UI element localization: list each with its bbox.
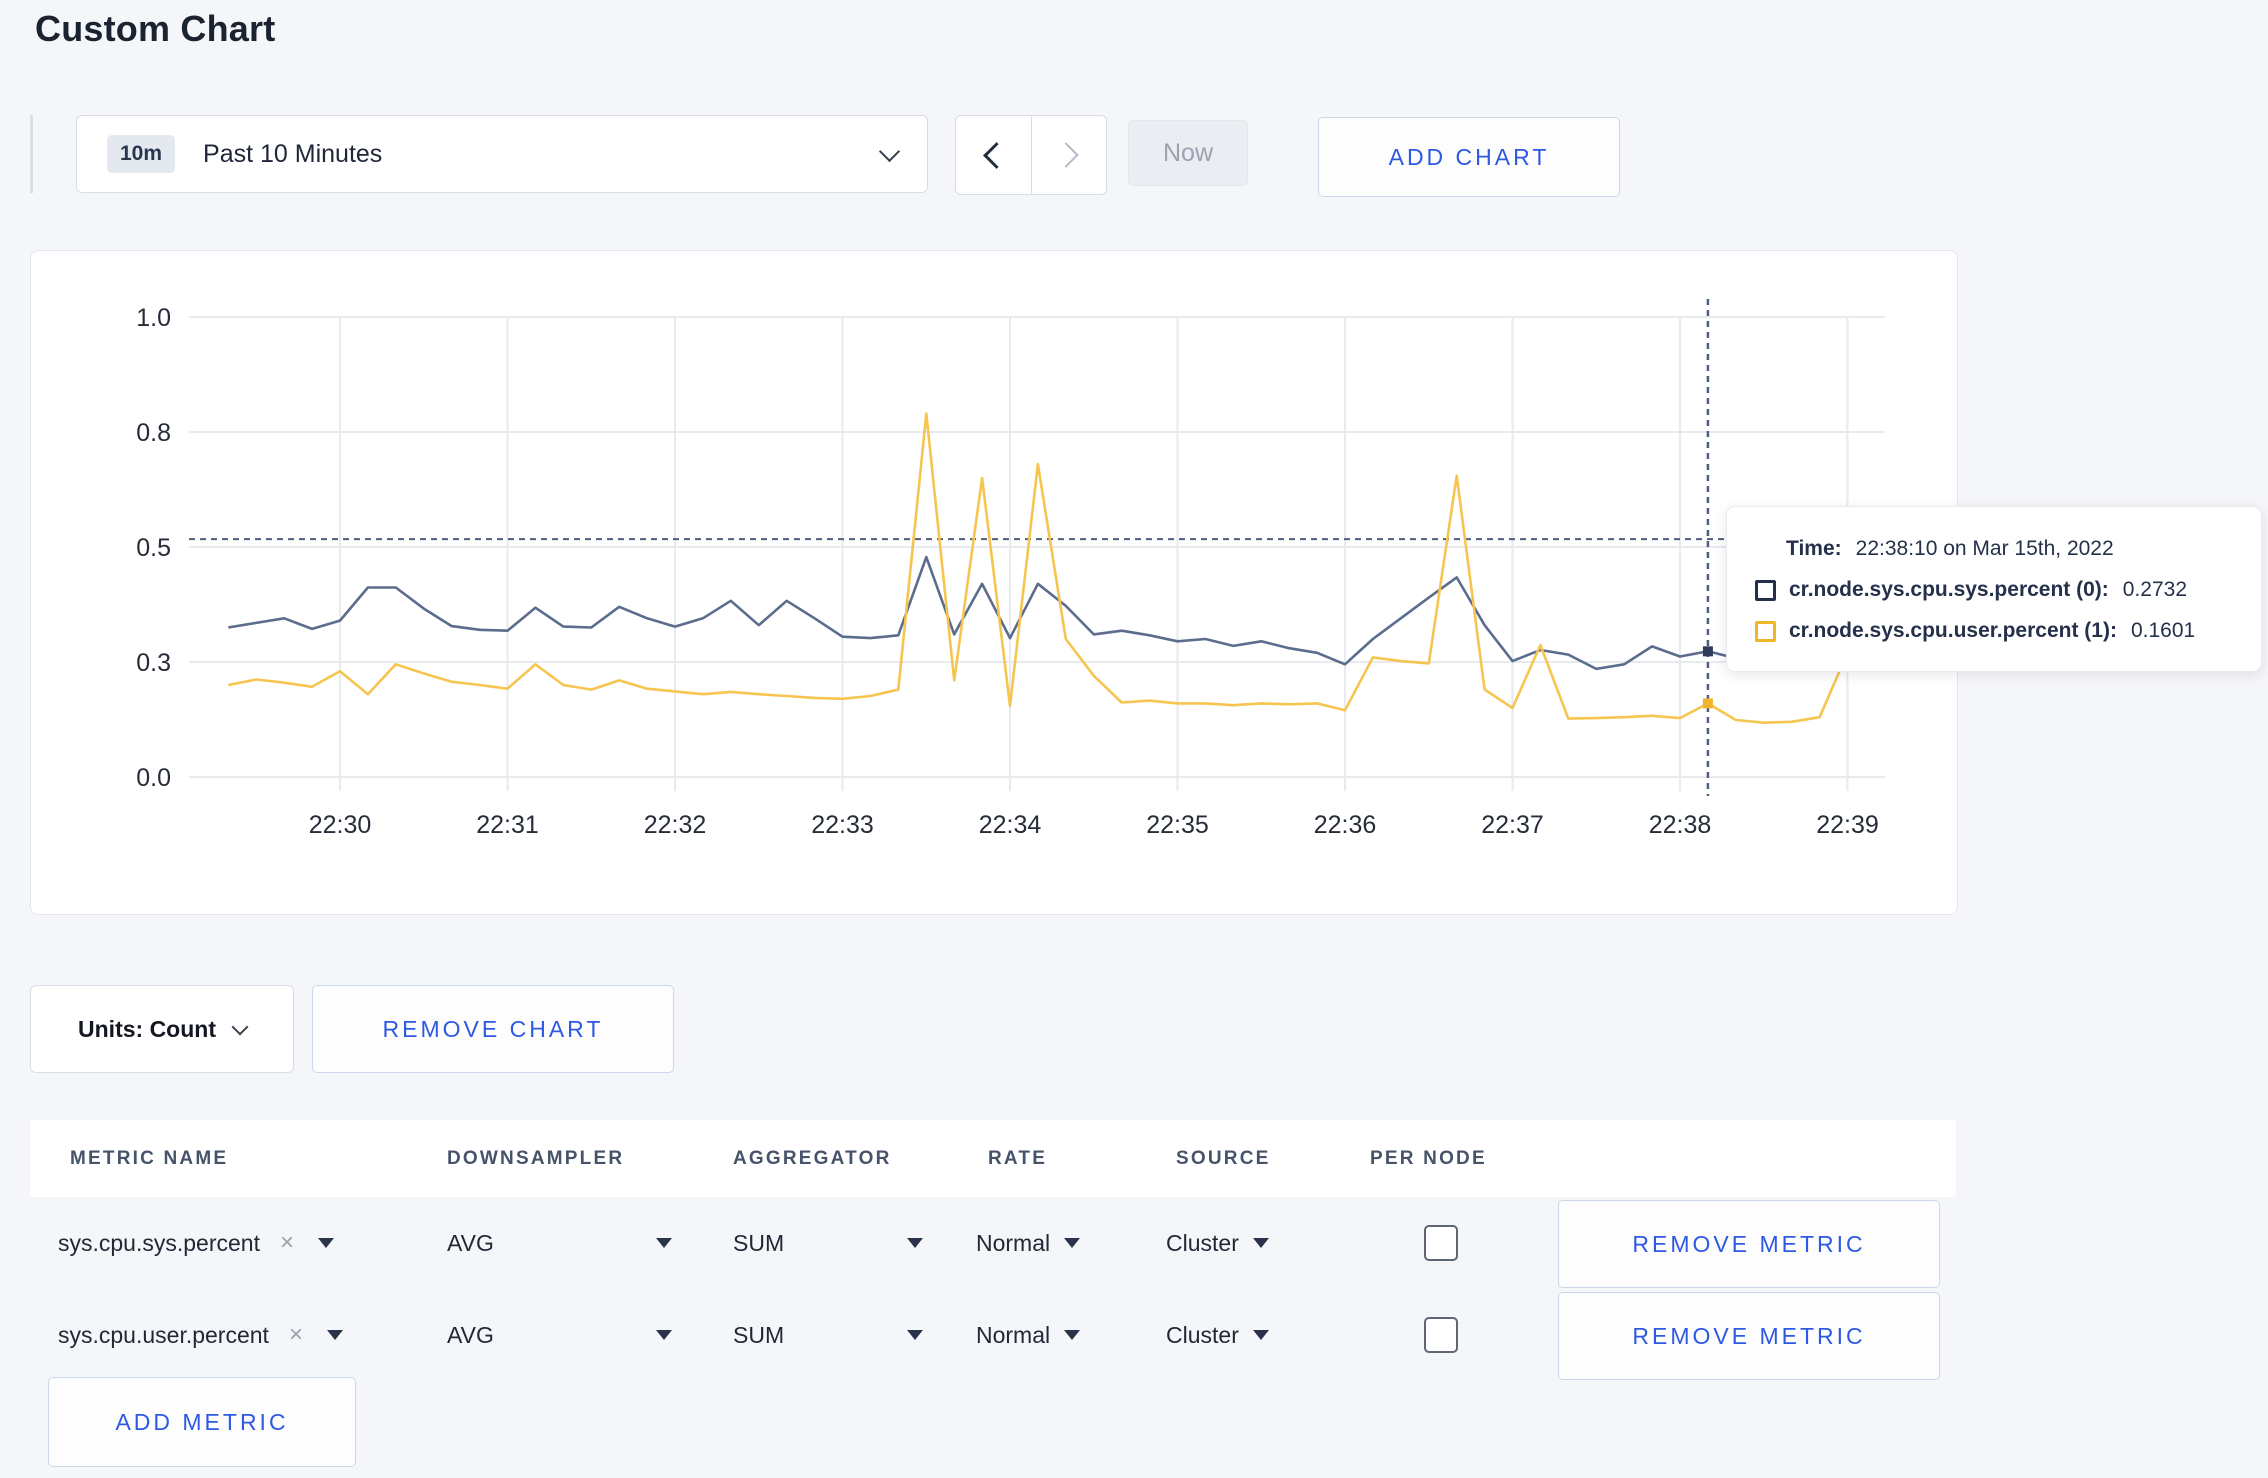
x-axis-tick-label: 22:30 (309, 811, 372, 839)
units-label: Units: Count (78, 1015, 216, 1042)
x-axis-tick-label: 22:38 (1649, 811, 1712, 839)
hover-dot-0 (1702, 646, 1713, 657)
tooltip-time-value: 22:38:10 on Mar 15th, 2022 (1855, 537, 2114, 560)
metric-name-value: sys.cpu.sys.percent (58, 1229, 260, 1256)
now-button[interactable]: Now (1128, 120, 1248, 186)
metric-row: sys.cpu.user.percent × AVG SUM Normal Cl… (30, 1290, 1956, 1380)
chevron-down-icon (231, 1018, 249, 1035)
metrics-table-header: METRIC NAME DOWNSAMPLER AGGREGATOR RATE … (30, 1120, 1956, 1197)
chevron-down-icon (878, 140, 901, 162)
caret-down-icon (907, 1330, 923, 1340)
x-axis-tick-label: 22:36 (1314, 811, 1377, 839)
rate-select[interactable]: Normal (976, 1198, 1081, 1288)
caret-down-icon (317, 1238, 334, 1248)
x-axis-tick-label: 22:34 (979, 811, 1042, 839)
series-swatch-icon (1755, 620, 1776, 642)
downsampler-value: AVG (447, 1321, 494, 1348)
line-chart[interactable]: 0.0 0.3 0.5 0.8 1.0 22:30 22:31 22:32 22:33 22:34… (31, 251, 1957, 914)
y-axis-tick-label: 0.3 (136, 649, 171, 677)
caret-down-icon (907, 1238, 923, 1248)
per-node-cell (1424, 1198, 1458, 1288)
metric-row: sys.cpu.sys.percent × AVG SUM Normal Clu… (30, 1198, 1956, 1288)
metric-name-value: sys.cpu.user.percent (58, 1321, 269, 1348)
aggregator-select[interactable]: SUM (733, 1290, 923, 1380)
add-metric-button[interactable]: ADD METRIC (48, 1377, 356, 1467)
tooltip-series-row: cr.node.sys.cpu.user.percent (1): 0.1601 (1755, 619, 2261, 643)
aggregator-value: SUM (733, 1229, 785, 1256)
source-value: Cluster (1166, 1321, 1239, 1348)
col-header-rate: RATE (988, 1147, 1048, 1169)
tooltip-time-row: Time: 22:38:10 on Mar 15th, 2022 (1755, 537, 2261, 561)
chart-card: 0.0 0.3 0.5 0.8 1.0 22:30 22:31 22:32 22:33 22:34… (30, 250, 1958, 915)
source-value: Cluster (1166, 1229, 1239, 1256)
aggregator-value: SUM (733, 1321, 785, 1348)
col-header-downsampler: DOWNSAMPLER (447, 1147, 625, 1169)
caret-down-icon (656, 1238, 672, 1248)
downsampler-select[interactable]: AVG (447, 1198, 672, 1288)
x-axis-tick-label: 22:31 (476, 811, 539, 839)
downsampler-select[interactable]: AVG (447, 1290, 672, 1380)
hover-dot-1 (1702, 698, 1713, 709)
remove-chart-button[interactable]: REMOVE CHART (312, 985, 674, 1073)
add-chart-button[interactable]: ADD CHART (1318, 117, 1620, 197)
next-time-button[interactable] (1030, 116, 1107, 194)
tooltip-series-label: cr.node.sys.cpu.user.percent (1): (1789, 619, 2117, 642)
clear-metric-icon[interactable]: × (289, 1321, 303, 1349)
time-range-badge: 10m (107, 135, 176, 173)
x-axis-tick-label: 22:37 (1481, 811, 1544, 839)
x-axis-tick-label: 22:32 (644, 811, 707, 839)
chart-tooltip: Time: 22:38:10 on Mar 15th, 2022 cr.node… (1726, 506, 2262, 672)
toolbar-divider (30, 115, 33, 193)
y-axis-tick-label: 1.0 (136, 304, 171, 332)
time-step-group (955, 115, 1107, 195)
remove-metric-button[interactable]: REMOVE METRIC (1558, 1292, 1940, 1380)
rate-value: Normal (976, 1321, 1051, 1348)
caret-down-icon (656, 1330, 672, 1340)
tooltip-series-value: 0.2732 (2122, 578, 2188, 601)
time-range-label: Past 10 Minutes (203, 139, 383, 168)
source-select[interactable]: Cluster (1166, 1290, 1269, 1380)
source-select[interactable]: Cluster (1166, 1198, 1269, 1288)
y-axis-tick-label: 0.8 (136, 419, 171, 447)
col-header-per-node: PER NODE (1370, 1147, 1487, 1169)
x-axis-tick-label: 22:39 (1816, 811, 1879, 839)
tooltip-series-row: cr.node.sys.cpu.sys.percent (0): 0.2732 (1755, 578, 2261, 602)
x-axis-tick-label: 22:33 (811, 811, 874, 839)
col-header-metric-name: METRIC NAME (70, 1147, 229, 1169)
chevron-right-icon (1053, 142, 1079, 168)
time-range-select[interactable]: 10m Past 10 Minutes (76, 115, 928, 193)
tooltip-time-label: Time: (1786, 537, 1842, 560)
series-line-0 (228, 555, 1876, 671)
aggregator-select[interactable]: SUM (733, 1198, 923, 1288)
per-node-checkbox[interactable] (1424, 1225, 1458, 1261)
series-line-1 (228, 412, 1876, 724)
rate-value: Normal (976, 1229, 1051, 1256)
downsampler-value: AVG (447, 1229, 494, 1256)
caret-down-icon (1064, 1330, 1081, 1340)
tooltip-series-value: 0.1601 (2130, 619, 2196, 642)
x-axis-tick-label: 22:35 (1146, 811, 1209, 839)
prev-time-button[interactable] (956, 116, 1031, 194)
y-axis-tick-label: 0.0 (136, 764, 171, 792)
remove-metric-button[interactable]: REMOVE METRIC (1558, 1200, 1940, 1288)
series-swatch-icon (1755, 579, 1776, 601)
tooltip-series-label: cr.node.sys.cpu.sys.percent (0): (1789, 578, 2109, 601)
rate-select[interactable]: Normal (976, 1290, 1081, 1380)
chevron-left-icon (982, 141, 1010, 169)
page-title: Custom Chart (35, 8, 276, 49)
metric-name-select[interactable]: sys.cpu.user.percent × (58, 1290, 343, 1380)
per-node-checkbox[interactable] (1424, 1317, 1458, 1353)
col-header-aggregator: AGGREGATOR (733, 1147, 892, 1169)
col-header-source: SOURCE (1176, 1147, 1271, 1169)
units-select[interactable]: Units: Count (30, 985, 294, 1073)
caret-down-icon (1252, 1330, 1269, 1340)
caret-down-icon (1252, 1238, 1269, 1248)
y-axis-tick-label: 0.5 (136, 534, 171, 562)
metric-name-select[interactable]: sys.cpu.sys.percent × (58, 1198, 334, 1288)
per-node-cell (1424, 1290, 1458, 1380)
clear-metric-icon[interactable]: × (280, 1229, 294, 1257)
caret-down-icon (1064, 1238, 1081, 1248)
caret-down-icon (326, 1330, 343, 1340)
custom-chart-page: Custom Chart 10m Past 10 Minutes Now ADD… (0, 0, 2268, 1478)
